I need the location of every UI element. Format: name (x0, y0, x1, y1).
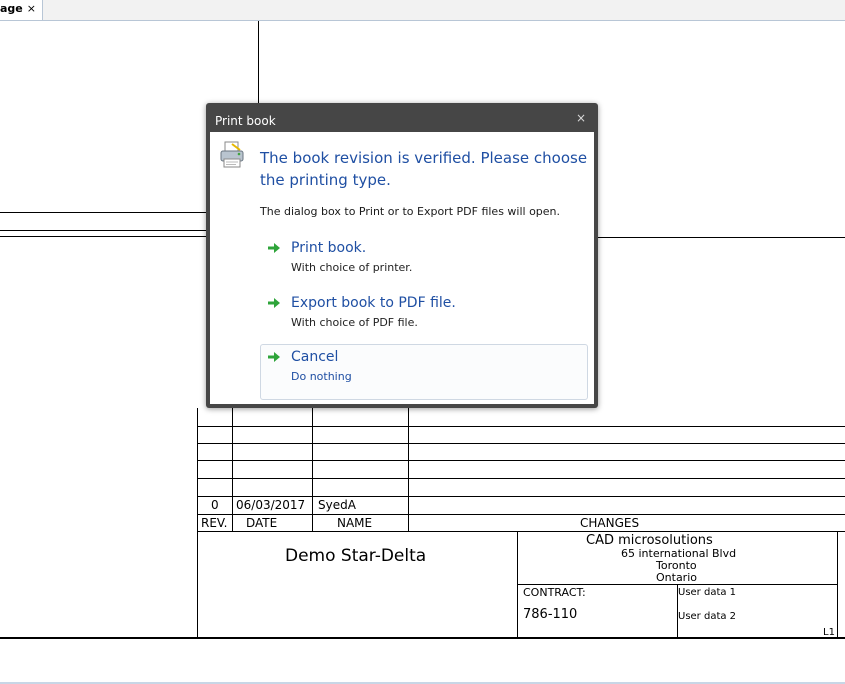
export-pdf-command[interactable]: Export book to PDF file. With choice of … (260, 290, 588, 346)
tb-line (197, 478, 845, 479)
rev-name: SyedA (318, 498, 356, 512)
document-tab-label: age (0, 2, 23, 15)
dialog-body: The book revision is verified. Please ch… (210, 132, 594, 404)
printer-icon (220, 141, 244, 168)
company-address: 65 international Blvd (621, 547, 737, 560)
rev-value: 0 (211, 498, 219, 512)
tb-line (197, 514, 845, 515)
green-arrow-icon (268, 298, 280, 308)
green-arrow-icon (268, 243, 280, 253)
user-data-2: User data 2 (678, 611, 737, 622)
command-label: Cancel (291, 349, 339, 365)
dialog-close-icon[interactable]: × (576, 111, 586, 125)
cancel-command[interactable]: Cancel Do nothing (260, 344, 588, 400)
company-province: Ontario (656, 571, 697, 584)
command-note: With choice of PDF file. (291, 316, 418, 329)
header-date: DATE (246, 516, 278, 530)
command-label: Export book to PDF file. (291, 295, 456, 311)
contract-label: CONTRACT: (523, 586, 586, 599)
header-changes: CHANGES (580, 516, 640, 530)
header-rev: REV. (201, 516, 228, 530)
tb-line (837, 531, 838, 639)
dialog-title: Print book (215, 114, 276, 128)
dialog-content: The dialog box to Print or to Export PDF… (260, 205, 561, 218)
company-city: Toronto (656, 559, 697, 572)
tb-line (197, 460, 845, 461)
green-arrow-icon (268, 352, 280, 362)
project-title: Demo Star-Delta (285, 546, 427, 566)
tb-line (197, 496, 845, 497)
tab-close-icon[interactable]: × (27, 2, 36, 15)
sheet-number: L1 (823, 627, 835, 638)
drawing-border-bottom (0, 637, 845, 639)
frame-line (0, 230, 210, 231)
command-note: Do nothing (291, 370, 352, 383)
document-tab-bar: age × (0, 0, 845, 21)
user-data-1: User data 1 (678, 587, 737, 598)
document-tab[interactable]: age × (0, 0, 43, 20)
tb-line (517, 531, 518, 639)
rev-date: 06/03/2017 (236, 498, 306, 512)
command-note: With choice of printer. (291, 261, 413, 274)
frame-line (0, 236, 210, 237)
contract-value: 786-110 (523, 607, 578, 622)
tb-line (197, 443, 845, 444)
print-book-command[interactable]: Print book. With choice of printer. (260, 235, 588, 291)
tb-line (197, 426, 845, 427)
company-name: CAD microsolutions (586, 533, 713, 548)
print-book-dialog: Print book × The book revision is verifi… (206, 103, 598, 408)
command-label: Print book. (291, 240, 367, 256)
dialog-instruction: The book revision is verified. Please ch… (260, 149, 588, 189)
frame-line (598, 237, 845, 238)
tb-line (197, 531, 845, 532)
header-name: NAME (337, 516, 373, 530)
